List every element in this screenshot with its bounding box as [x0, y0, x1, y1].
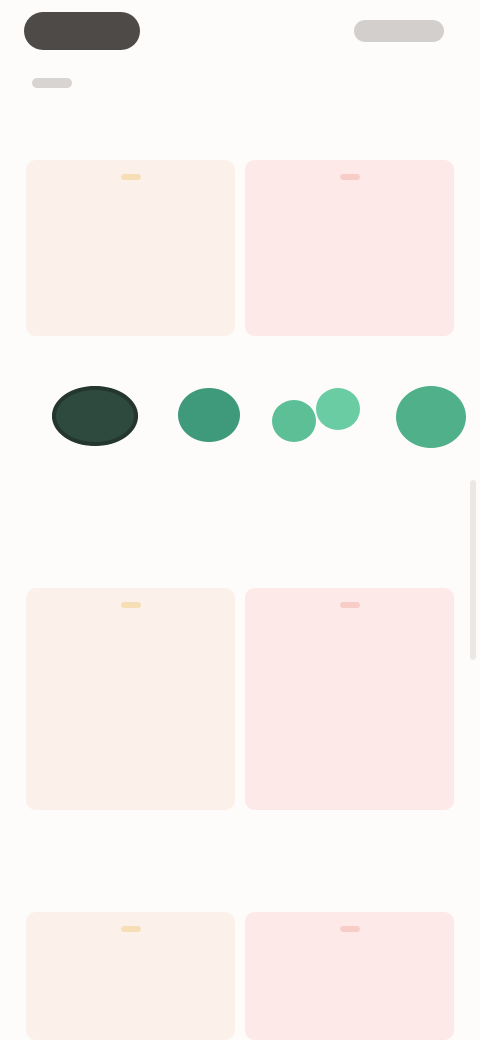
back-link[interactable]: [32, 78, 72, 88]
primary-button[interactable]: [24, 12, 140, 50]
cons-badge: [339, 926, 360, 932]
pros-badge: [120, 602, 141, 608]
top-bar: [0, 0, 480, 70]
lens-shape: [178, 388, 240, 442]
pros-cons-cards-3: [26, 912, 454, 1040]
secondary-link[interactable]: [354, 20, 444, 42]
lens-shape: [272, 400, 316, 442]
lens-shape: [316, 388, 360, 430]
product-sunglasses-2[interactable]: [174, 376, 244, 456]
cons-badge: [339, 602, 360, 608]
pros-cons-cards-2: [26, 588, 454, 810]
product-carousel[interactable]: [0, 356, 480, 476]
scrollbar[interactable]: [470, 480, 476, 660]
cons-card: [245, 160, 454, 336]
product-sunglasses-1[interactable]: [50, 376, 146, 456]
lens-shape: [396, 386, 466, 448]
cons-card: [245, 912, 454, 1040]
pros-badge: [120, 174, 141, 180]
pros-cons-cards-1: [26, 160, 454, 336]
product-sunglasses-3[interactable]: [272, 376, 362, 456]
pros-badge: [120, 926, 141, 932]
product-sunglasses-4[interactable]: [390, 376, 470, 456]
cons-badge: [339, 174, 360, 180]
pros-card: [26, 588, 235, 810]
lens-shape: [52, 386, 138, 446]
cons-card: [245, 588, 454, 810]
pros-card: [26, 912, 235, 1040]
pros-card: [26, 160, 235, 336]
